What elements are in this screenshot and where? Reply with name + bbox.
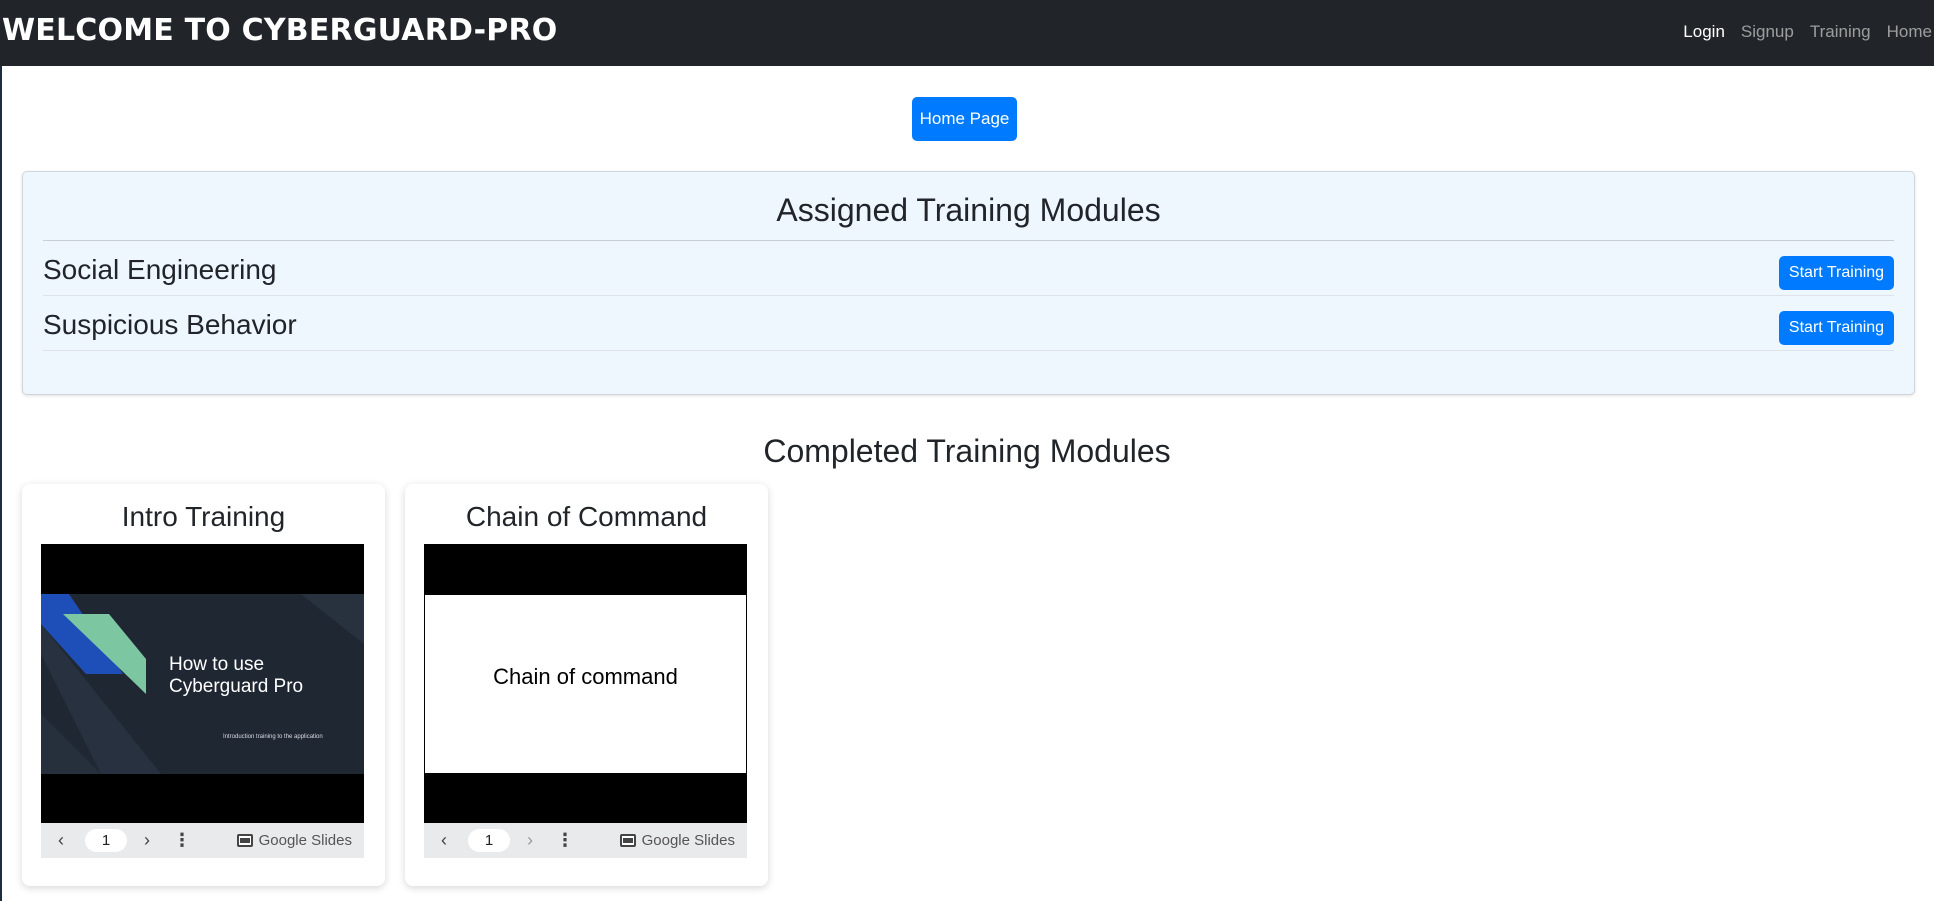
slide-preview: Chain of command: [424, 594, 747, 774]
slide-preview: How to use Cyberguard Pro Introduction t…: [41, 594, 364, 774]
chevron-right-icon[interactable]: ›: [522, 823, 538, 858]
card-title: Chain of Command: [465, 501, 708, 532]
nav-links: Login Signup Training Home: [1683, 22, 1932, 42]
home-page-button[interactable]: Home Page: [912, 97, 1017, 141]
slide-page-number[interactable]: 1: [85, 829, 127, 852]
completed-module-card: Chain of Command Chain of command ‹ 1 › …: [405, 484, 768, 886]
left-edge-divider: [0, 66, 2, 901]
completed-module-card: Intro Training How to use Cyberguard Pro…: [22, 484, 385, 886]
slides-controls: ‹ 1 › ⋮ Google Slides: [41, 823, 364, 858]
nav-training-link[interactable]: Training: [1810, 22, 1871, 42]
google-slides-icon: [236, 834, 253, 847]
module-row: Social Engineering Start Training: [43, 242, 1894, 296]
slide-title: Chain of command: [493, 664, 678, 689]
more-vertical-icon[interactable]: ⋮: [173, 823, 191, 858]
more-vertical-icon[interactable]: ⋮: [556, 823, 574, 858]
google-slides-link[interactable]: Google Slides: [236, 823, 352, 858]
nav-home-link[interactable]: Home: [1887, 22, 1932, 42]
assigned-divider: [43, 240, 1894, 241]
brand-title: WELCOME TO CYBERGUARD-PRO: [2, 13, 558, 48]
slide-page-number[interactable]: 1: [468, 829, 510, 852]
module-name: Suspicious Behavior: [43, 309, 297, 340]
slide-subtitle: Introduction training to the application: [223, 734, 323, 740]
slides-embed[interactable]: Chain of command ‹ 1 › ⋮ Google Slides: [424, 544, 747, 858]
google-slides-link[interactable]: Google Slides: [619, 823, 735, 858]
start-training-button[interactable]: Start Training: [1779, 311, 1894, 345]
slides-controls: ‹ 1 › ⋮ Google Slides: [424, 823, 747, 858]
completed-modules-title: Completed Training Modules: [763, 433, 1171, 469]
top-navbar: WELCOME TO CYBERGUARD-PRO Login Signup T…: [0, 0, 1934, 66]
google-slides-icon: [619, 834, 636, 847]
chevron-left-icon[interactable]: ‹: [53, 823, 69, 858]
module-name: Social Engineering: [43, 254, 277, 285]
assigned-modules-title: Assigned Training Modules: [776, 192, 1161, 228]
slides-embed[interactable]: How to use Cyberguard Pro Introduction t…: [41, 544, 364, 858]
chevron-left-icon[interactable]: ‹: [436, 823, 452, 858]
card-title: Intro Training: [121, 501, 286, 532]
nav-login-link[interactable]: Login: [1683, 22, 1725, 42]
google-slides-label: Google Slides: [258, 832, 352, 849]
module-row: Suspicious Behavior Start Training: [43, 297, 1894, 351]
start-training-button[interactable]: Start Training: [1779, 256, 1894, 290]
nav-signup-link[interactable]: Signup: [1741, 22, 1794, 42]
slide-title: How to use Cyberguard Pro: [169, 654, 304, 697]
assigned-modules-panel: Assigned Training Modules Social Enginee…: [22, 171, 1915, 395]
chevron-right-icon[interactable]: ›: [139, 823, 155, 858]
google-slides-label: Google Slides: [641, 832, 735, 849]
